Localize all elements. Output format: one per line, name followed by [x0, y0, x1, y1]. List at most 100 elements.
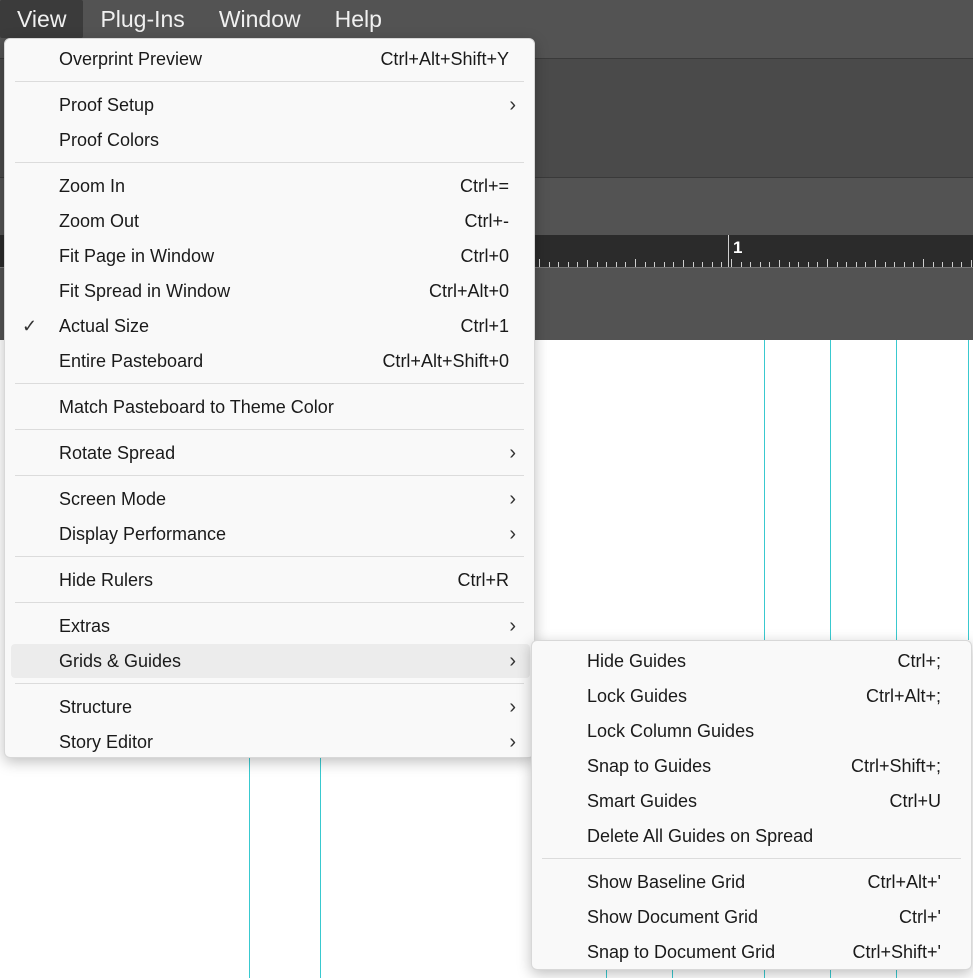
menu-item-lock-guides[interactable]: Lock Guides Ctrl+Alt+; [538, 679, 967, 713]
ruler-tick [885, 262, 886, 267]
menu-item-show-baseline-grid[interactable]: Show Baseline Grid Ctrl+Alt+' [538, 865, 967, 899]
ruler-tick [721, 262, 722, 267]
chevron-right-icon: › [509, 615, 516, 637]
ruler-tick [693, 262, 694, 267]
menu-item-entire-pasteboard[interactable]: Entire Pasteboard Ctrl+Alt+Shift+0 [11, 344, 530, 378]
ruler-tick [817, 262, 818, 267]
menu-item-snap-to-guides[interactable]: Snap to Guides Ctrl+Shift+; [538, 749, 967, 783]
column-guide[interactable] [896, 340, 897, 640]
ruler-tick [894, 262, 895, 267]
ruler-tick [702, 262, 703, 267]
menu-separator [15, 429, 524, 430]
menu-separator [15, 162, 524, 163]
chevron-right-icon: › [509, 523, 516, 545]
menu-window[interactable]: Window [202, 0, 318, 38]
ruler-tick [789, 262, 790, 267]
ruler-tick [683, 260, 684, 267]
ruler-tick [597, 262, 598, 267]
menu-separator [15, 683, 524, 684]
column-guide[interactable] [764, 340, 765, 640]
menu-item-fit-spread[interactable]: Fit Spread in Window Ctrl+Alt+0 [11, 274, 530, 308]
ruler-tick [712, 262, 713, 267]
column-guide[interactable] [896, 970, 897, 978]
ruler-tick [558, 262, 559, 267]
ruler-tick [587, 260, 588, 267]
menu-item-delete-all-guides[interactable]: Delete All Guides on Spread [538, 819, 967, 853]
ruler-tick [971, 260, 972, 267]
ruler-tick [750, 262, 751, 267]
menu-item-proof-setup[interactable]: Proof Setup › [11, 88, 530, 122]
ruler-tick [779, 260, 780, 267]
menu-item-overprint-preview[interactable]: Overprint Preview Ctrl+Alt+Shift+Y [11, 42, 530, 76]
menu-view[interactable]: View [0, 0, 84, 38]
chevron-right-icon: › [509, 650, 516, 672]
chevron-right-icon: › [509, 731, 516, 753]
column-guide[interactable] [320, 758, 321, 978]
ruler-tick [875, 260, 876, 267]
checkmark-icon: ✓ [22, 316, 38, 336]
menu-separator [15, 475, 524, 476]
chevron-right-icon: › [509, 94, 516, 116]
ruler-label: 1 [733, 238, 743, 257]
ruler-tick [625, 262, 626, 267]
menu-item-zoom-in[interactable]: Zoom In Ctrl+= [11, 169, 530, 203]
menubar: View Plug-Ins Window Help [0, 0, 973, 38]
menu-item-match-pasteboard[interactable]: Match Pasteboard to Theme Color [11, 390, 530, 424]
menu-item-zoom-out[interactable]: Zoom Out Ctrl+- [11, 204, 530, 238]
ruler-tick [539, 259, 540, 267]
menu-plug-ins[interactable]: Plug-Ins [83, 0, 201, 38]
menu-item-grids-guides[interactable]: Grids & Guides › [11, 644, 530, 678]
column-guide[interactable] [249, 758, 250, 978]
ruler-tick [654, 262, 655, 267]
ruler-tick [942, 262, 943, 267]
menu-item-show-document-grid[interactable]: Show Document Grid Ctrl+' [538, 900, 967, 934]
column-guide[interactable] [968, 340, 969, 640]
menu-item-screen-mode[interactable]: Screen Mode › [11, 482, 530, 516]
chevron-right-icon: › [509, 488, 516, 510]
menu-item-fit-page[interactable]: Fit Page in Window Ctrl+0 [11, 239, 530, 273]
ruler-tick [731, 259, 732, 267]
menu-item-snap-to-document-grid[interactable]: Snap to Document Grid Ctrl+Shift+' [538, 935, 967, 969]
column-guide[interactable] [764, 970, 765, 978]
ruler-tick [673, 262, 674, 267]
ruler-major-tick [728, 235, 729, 267]
menu-item-hide-rulers[interactable]: Hide Rulers Ctrl+R [11, 563, 530, 597]
ruler-tick [769, 262, 770, 267]
menu-item-smart-guides[interactable]: Smart Guides Ctrl+U [538, 784, 967, 818]
column-guide[interactable] [830, 970, 831, 978]
ruler-tick [837, 262, 838, 267]
grids-guides-submenu: Hide Guides Ctrl+; Lock Guides Ctrl+Alt+… [531, 640, 972, 970]
menu-item-lock-column-guides[interactable]: Lock Column Guides [538, 714, 967, 748]
ruler-tick [952, 262, 953, 267]
ruler-tick [741, 262, 742, 267]
ruler-tick [798, 262, 799, 267]
menu-item-actual-size[interactable]: ✓ Actual Size Ctrl+1 [11, 309, 530, 343]
menu-help[interactable]: Help [318, 0, 399, 38]
ruler-tick [856, 262, 857, 267]
menu-separator [542, 858, 961, 859]
ruler-tick [645, 262, 646, 267]
ruler-tick [606, 262, 607, 267]
menu-separator [15, 81, 524, 82]
menu-item-extras[interactable]: Extras › [11, 609, 530, 643]
menu-item-display-performance[interactable]: Display Performance › [11, 517, 530, 551]
menu-item-rotate-spread[interactable]: Rotate Spread › [11, 436, 530, 470]
chevron-right-icon: › [509, 696, 516, 718]
ruler-tick [923, 259, 924, 267]
menu-item-proof-colors[interactable]: Proof Colors [11, 123, 530, 157]
ruler-tick [961, 262, 962, 267]
column-guide[interactable] [672, 970, 673, 978]
column-guide[interactable] [606, 970, 607, 978]
ruler-tick [846, 262, 847, 267]
ruler-tick [913, 262, 914, 267]
menu-item-structure[interactable]: Structure › [11, 690, 530, 724]
ruler-tick [616, 262, 617, 267]
ruler-tick [664, 262, 665, 267]
chevron-right-icon: › [509, 442, 516, 464]
column-guide[interactable] [830, 340, 831, 640]
menu-item-story-editor[interactable]: Story Editor › [11, 725, 530, 759]
ruler-tick [635, 259, 636, 267]
menu-item-hide-guides[interactable]: Hide Guides Ctrl+; [538, 644, 967, 678]
menu-separator [15, 383, 524, 384]
menu-separator [15, 556, 524, 557]
